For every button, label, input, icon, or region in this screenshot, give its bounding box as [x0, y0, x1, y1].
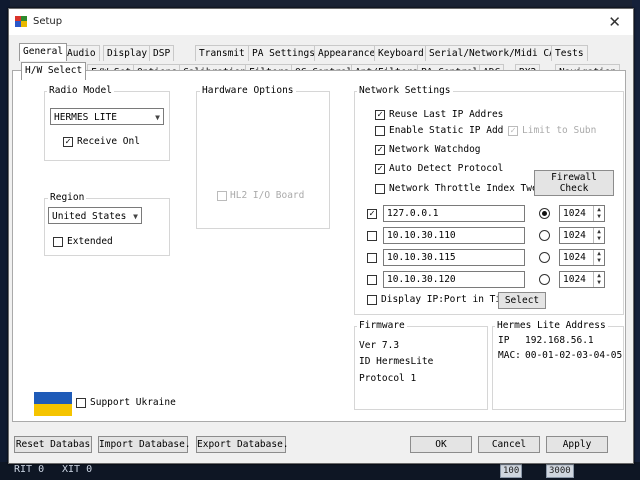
reuse-ip-checkbox[interactable]: ✓ [375, 110, 385, 120]
cancel-button[interactable]: Cancel [478, 436, 540, 453]
limit-subnet-label: Limit to Subn [522, 125, 597, 136]
port-value-1: 1024 [563, 208, 586, 219]
tab-general[interactable]: General [19, 43, 68, 61]
select-button[interactable]: Select [498, 292, 546, 309]
export-database-button[interactable]: Export Database. [196, 436, 289, 453]
spin-arrows-icon[interactable]: ▲ ▼ [593, 228, 604, 243]
throttle-checkbox[interactable] [375, 184, 385, 194]
ip-radio-3[interactable] [539, 252, 550, 263]
receive-only-label: Receive Onl [77, 136, 140, 147]
radio-selected-dot [542, 211, 547, 216]
ukraine-flag-icon [34, 392, 72, 416]
port-stepper-3[interactable]: 1024 ▲ ▼ [559, 249, 605, 266]
port-stepper-1[interactable]: 1024 ▲ ▼ [559, 205, 605, 222]
ip-radio-2[interactable] [539, 230, 550, 241]
ip-radio-4[interactable] [539, 274, 550, 285]
ip-checkbox-4[interactable] [367, 275, 377, 285]
radio-model-value: HERMES LITE [54, 112, 117, 123]
region-title: Region [48, 192, 87, 203]
tab-transmit[interactable]: Transmit [195, 45, 249, 61]
firewall-check-button[interactable]: Firewall Check [534, 170, 614, 196]
radio-model-title: Radio Model [47, 85, 114, 96]
status-value-2[interactable]: 3000 [546, 464, 574, 478]
watchdog-checkbox[interactable]: ✓ [375, 145, 385, 155]
display-ip-checkbox[interactable] [367, 295, 377, 305]
firmware-group [354, 326, 488, 410]
tab-serial-network[interactable]: Serial/Network/Midi CAT [425, 45, 565, 61]
watchdog-label: Network Watchdog [389, 144, 481, 155]
ok-button[interactable]: OK [410, 436, 472, 453]
firmware-title: Firmware [357, 320, 407, 331]
auto-detect-label: Auto Detect Protocol [389, 163, 504, 174]
chevron-down-icon: ▼ [133, 212, 138, 221]
window-title: Setup [33, 16, 63, 27]
ip-radio-1[interactable] [539, 208, 550, 219]
tab-appearance[interactable]: Appearance [314, 45, 380, 61]
import-database-button[interactable]: Import Database. [98, 436, 191, 453]
port-stepper-2[interactable]: 1024 ▲ ▼ [559, 227, 605, 244]
firmware-version: Ver 7.3 [359, 340, 400, 351]
ip-field-2[interactable]: 10.10.30.110 [383, 227, 525, 244]
enable-static-checkbox[interactable] [375, 126, 385, 136]
ip-address-value: 192.168.56.1 [525, 335, 594, 346]
auto-detect-checkbox[interactable]: ✓ [375, 164, 385, 174]
tab-tests[interactable]: Tests [551, 45, 588, 61]
region-select[interactable]: United States ▼ [48, 207, 142, 224]
receive-only-checkbox[interactable]: ✓ [63, 137, 73, 147]
limit-subnet-checkbox[interactable]: ✓ [508, 126, 518, 136]
display-ip-label: Display IP:Port in Tit [381, 294, 507, 305]
enable-static-label: Enable Static IP Add [389, 125, 504, 136]
tab-dsp[interactable]: DSP [149, 45, 175, 61]
ip-checkbox-3[interactable] [367, 253, 377, 263]
firmware-id: ID HermesLite [359, 356, 434, 367]
ip-field-1[interactable]: 127.0.0.1 [383, 205, 525, 222]
hardware-options-group [196, 91, 330, 229]
support-ukraine-label: Support Ukraine [90, 397, 176, 408]
xit-readout: XIT 0 [62, 464, 93, 475]
tab-display[interactable]: Display [103, 45, 152, 61]
port-stepper-4[interactable]: 1024 ▲ ▼ [559, 271, 605, 288]
port-value-3: 1024 [563, 252, 586, 263]
extended-checkbox[interactable] [53, 237, 63, 247]
support-ukraine-checkbox[interactable] [76, 398, 86, 408]
status-value-1[interactable]: 100 [500, 464, 523, 478]
rit-readout: RIT 0 [14, 464, 45, 475]
port-value-4: 1024 [563, 274, 586, 285]
title-bar: Setup ✕ [9, 9, 633, 35]
tab-hw-select[interactable]: H/W Select [21, 62, 87, 80]
hardware-options-title: Hardware Options [200, 85, 296, 96]
port-value-2: 1024 [563, 230, 586, 241]
hl2-io-label: HL2 I/O Board [230, 190, 305, 201]
region-value: United States [52, 211, 127, 222]
ip-field-4[interactable]: 10.10.30.120 [383, 271, 525, 288]
spin-arrows-icon[interactable]: ▲ ▼ [593, 250, 604, 265]
tab-keyboard[interactable]: Keyboard [374, 45, 428, 61]
spin-arrows-icon[interactable]: ▲ ▼ [593, 272, 604, 287]
radio-model-group [44, 91, 170, 161]
mac-label: MAC: [498, 350, 521, 361]
close-icon[interactable]: ✕ [608, 13, 621, 31]
ip-field-3[interactable]: 10.10.30.115 [383, 249, 525, 266]
background-statusbar: RIT 0 XIT 0 100 3000 [0, 462, 640, 480]
ip-label: IP [498, 335, 510, 346]
firmware-protocol: Protocol 1 [359, 373, 417, 384]
ip-checkbox-2[interactable] [367, 231, 377, 241]
tab-audio[interactable]: Audio [63, 45, 100, 61]
chevron-down-icon: ▼ [155, 113, 160, 122]
radio-model-select[interactable]: HERMES LITE ▼ [50, 108, 164, 125]
spin-arrows-icon[interactable]: ▲ ▼ [593, 206, 604, 221]
reuse-ip-label: Reuse Last IP Addres [389, 109, 504, 120]
tab-pa-settings[interactable]: PA Settings [248, 45, 319, 61]
apply-button[interactable]: Apply [546, 436, 608, 453]
throttle-label: Network Throttle Index Twe [389, 183, 538, 194]
address-title: Hermes Lite Address [495, 320, 608, 331]
network-settings-title: Network Settings [357, 85, 453, 96]
ip-checkbox-1[interactable]: ✓ [367, 209, 377, 219]
extended-label: Extended [67, 236, 113, 247]
mac-address-value: 00-01-02-03-04-05 [525, 350, 623, 361]
hl2-io-checkbox[interactable] [217, 191, 227, 201]
app-icon [15, 16, 27, 27]
reset-database-button[interactable]: Reset Databas [14, 436, 92, 453]
